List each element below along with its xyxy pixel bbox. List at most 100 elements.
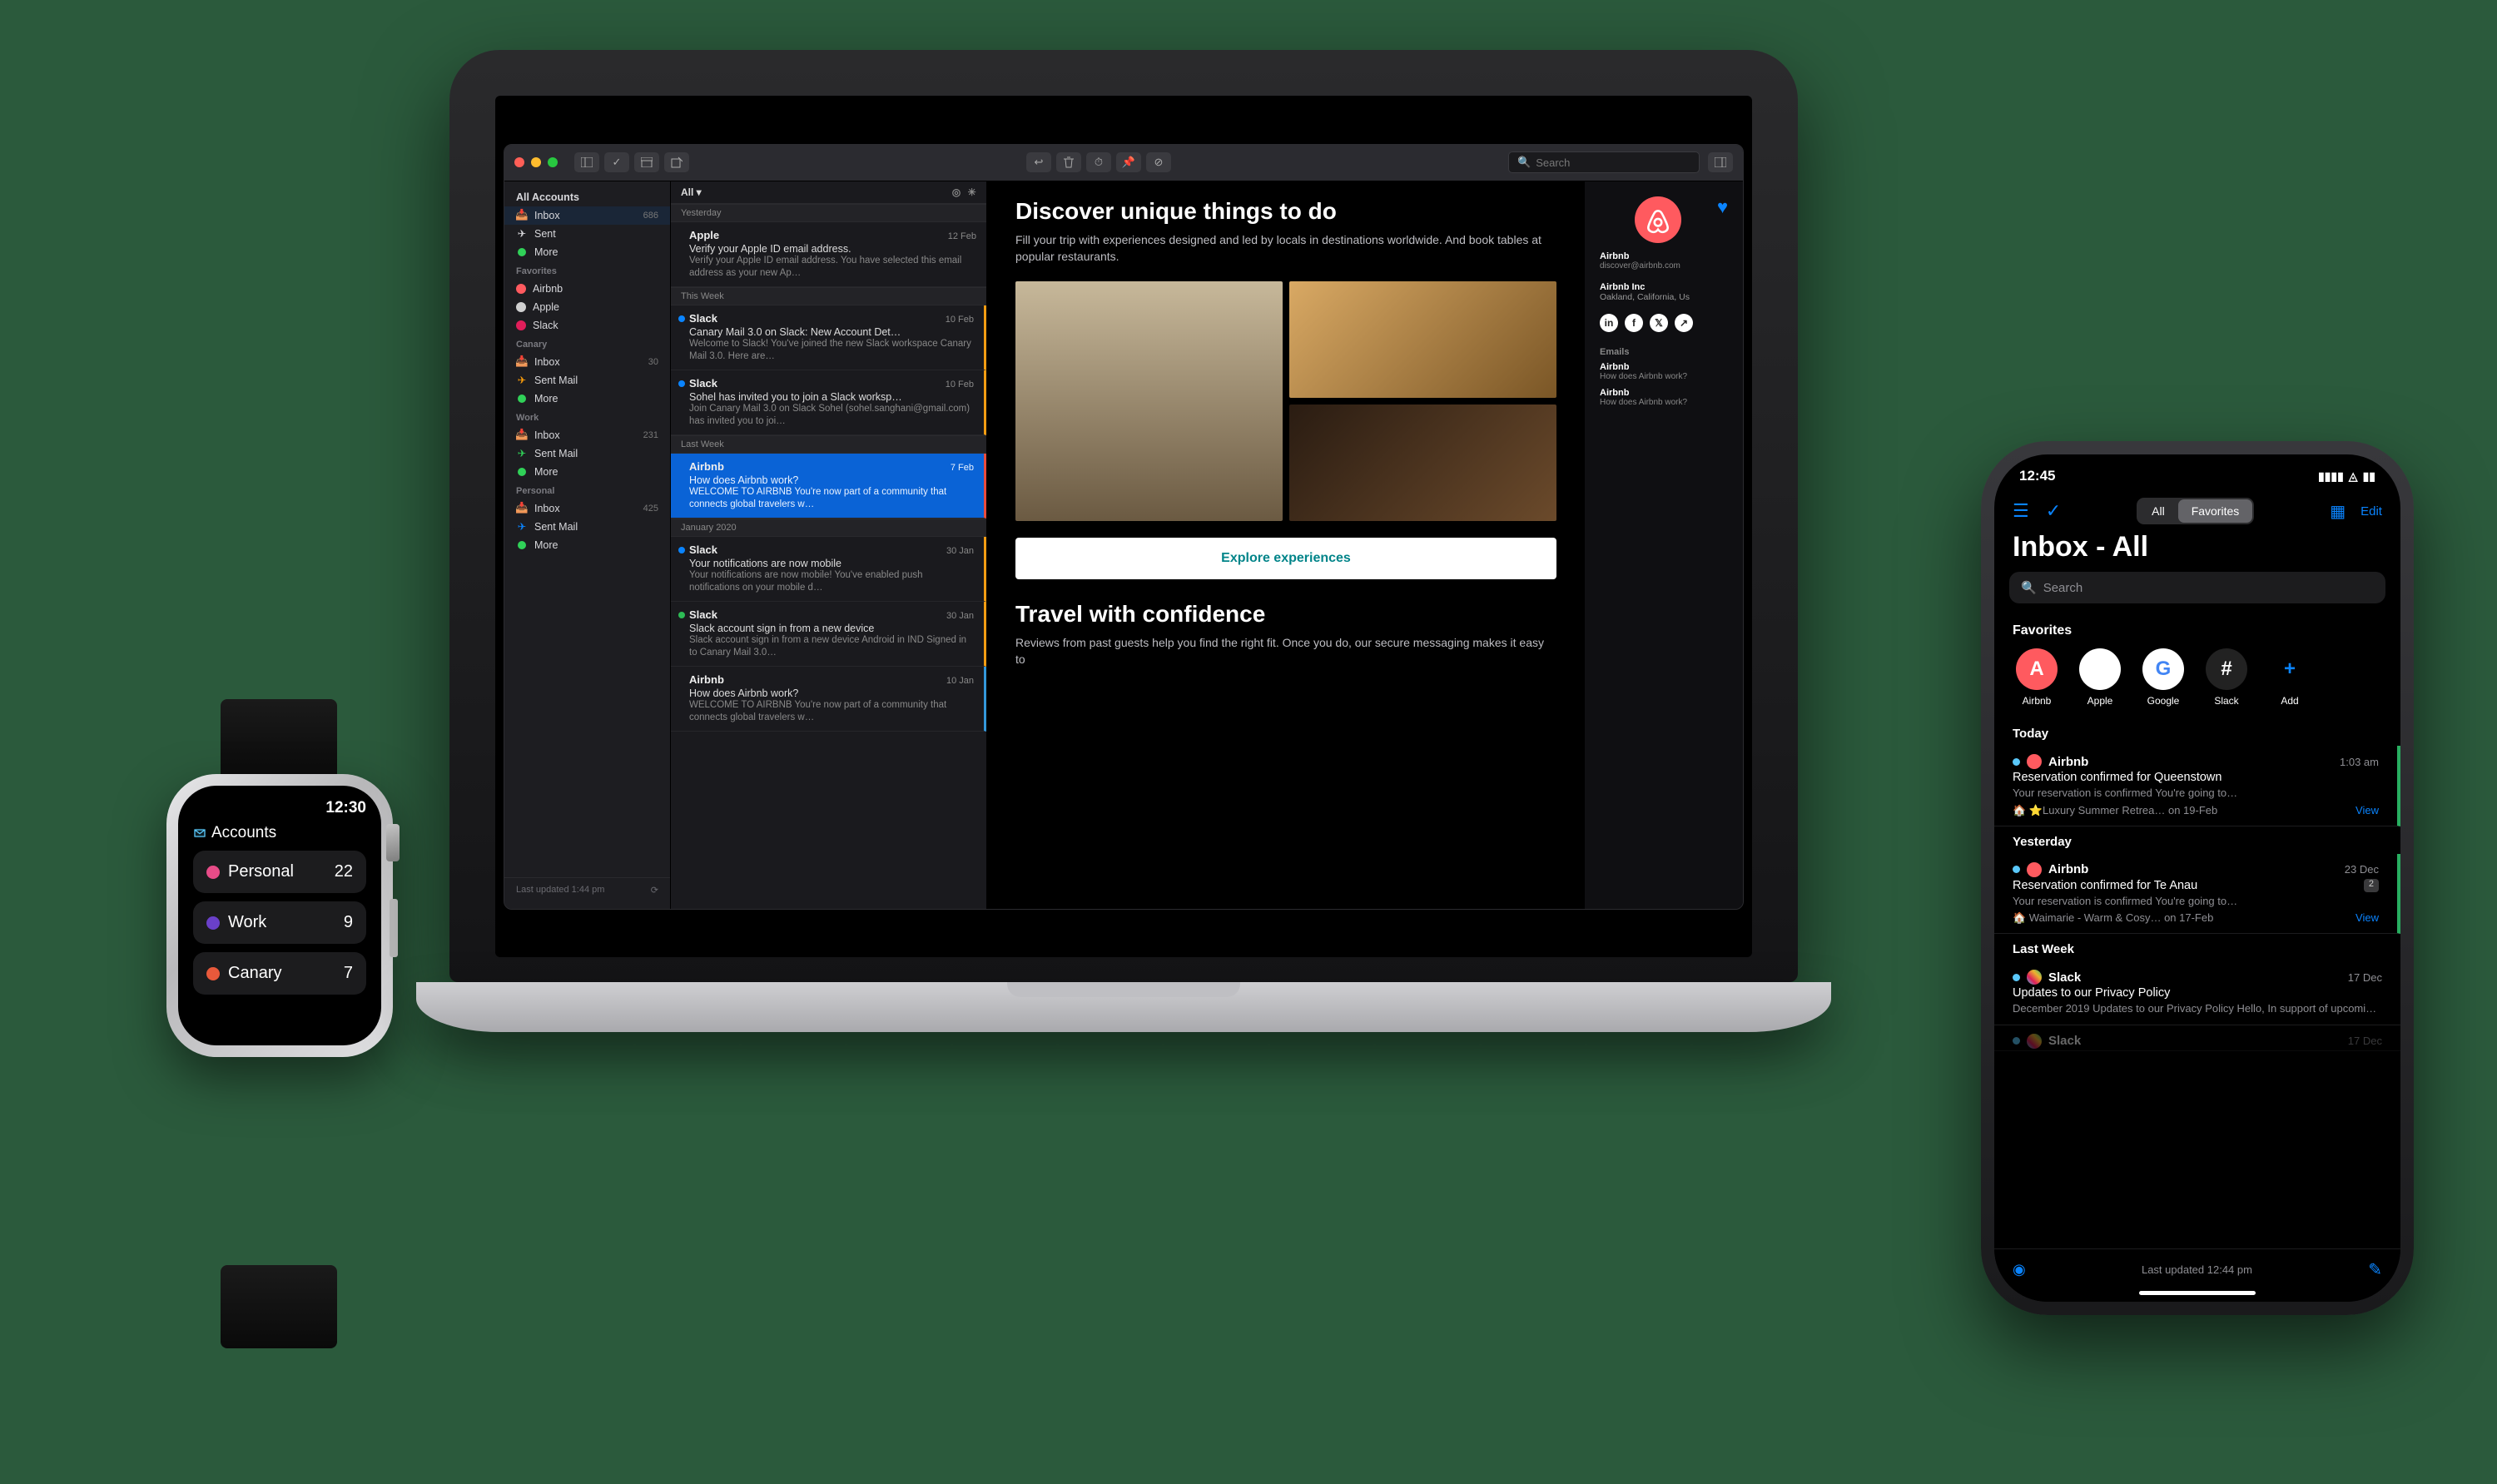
sidebar-item-canary-more[interactable]: More xyxy=(504,390,670,408)
reply-button[interactable]: ↩ xyxy=(1026,152,1051,172)
segment-favorites[interactable]: Favorites xyxy=(2178,499,2253,523)
watch-side-button[interactable] xyxy=(390,899,398,957)
twitter-link[interactable]: 𝕏 xyxy=(1650,314,1668,332)
hero-image-music xyxy=(1289,405,1556,521)
sidebar-item-work-sent-mail[interactable]: ✈︎ Sent Mail xyxy=(504,444,670,463)
message-from: Airbnb xyxy=(2013,754,2088,769)
inbox-icon: 📥 xyxy=(516,429,528,441)
view-link[interactable]: View xyxy=(2356,911,2379,925)
search-field[interactable]: 🔍 Search xyxy=(2009,572,2385,603)
pane-icon xyxy=(1715,157,1726,167)
favorite-add[interactable]: + Add xyxy=(2269,648,2311,707)
read-receipt-button[interactable]: ◉ xyxy=(2013,1261,2026,1278)
facebook-link[interactable]: f xyxy=(1625,314,1643,332)
inbox-icon: 📥 xyxy=(516,503,528,514)
sidebar-footer: Last updated 1:44 pm ⟳ xyxy=(504,877,670,902)
sidebar-favorite-apple[interactable]: Apple xyxy=(504,298,670,316)
hero-image-surfer xyxy=(1015,281,1283,521)
favorite-toggle[interactable]: ♥ xyxy=(1717,196,1728,218)
watch-title-row: Accounts xyxy=(193,824,366,842)
message-item[interactable]: Slack 17 Dec xyxy=(1994,1025,2400,1051)
zoom-button[interactable] xyxy=(548,157,558,167)
message-date: 23 Dec xyxy=(2345,863,2379,876)
context-email-subject: How does Airbnb work? xyxy=(1600,372,1728,381)
sort-icon[interactable]: ☀ xyxy=(967,186,976,198)
message-item[interactable]: Slack 10 Feb Canary Mail 3.0 on Slack: N… xyxy=(671,305,986,370)
compose-button[interactable] xyxy=(664,152,689,172)
close-button[interactable] xyxy=(514,157,524,167)
watch-digital-crown[interactable] xyxy=(386,824,400,861)
message-item[interactable]: Slack 10 Feb Sohel has invited you to jo… xyxy=(671,370,986,435)
mark-read-button[interactable]: ✓ xyxy=(2046,500,2061,522)
explore-experiences-button[interactable]: Explore experiences xyxy=(1015,538,1556,579)
message-item[interactable]: Apple 12 Feb Verify your Apple ID email … xyxy=(671,222,986,287)
sidebar-item-label: More xyxy=(534,466,558,478)
website-link[interactable]: ↗ xyxy=(1675,314,1693,332)
spam-button[interactable]: ⊘ xyxy=(1146,152,1171,172)
menu-button[interactable]: ☰ xyxy=(2013,500,2029,522)
message-item[interactable]: Slack 30 Jan Slack account sign in from … xyxy=(671,602,986,667)
macbook-screen: ✓ ↩ ⏱ 📌 ⊘ 🔍 Search xyxy=(495,96,1752,957)
calendar-button[interactable]: ▦ xyxy=(2330,501,2346,522)
social-links-row: in f 𝕏 ↗ xyxy=(1600,314,1728,332)
sent-icon: ✈︎ xyxy=(516,228,528,240)
reader-heading-2: Travel with confidence xyxy=(1015,601,1556,628)
view-toggle-icon[interactable]: ◎ xyxy=(952,186,961,198)
sidebar-favorite-slack[interactable]: Slack xyxy=(504,316,670,335)
message-item[interactable]: Slack 30 Jan Your notifications are now … xyxy=(671,537,986,602)
sidebar-item-personal-inbox[interactable]: 📥 Inbox 425 xyxy=(504,499,670,518)
compose-button[interactable]: ✎ xyxy=(2368,1259,2382,1280)
snooze-button[interactable]: ⏱ xyxy=(1086,152,1111,172)
sidebar-item-inbox[interactable]: 📥 Inbox 686 xyxy=(504,206,670,225)
unread-dot-icon xyxy=(2013,758,2020,766)
favorite-apple[interactable]: Apple xyxy=(2079,648,2121,707)
message-item[interactable]: Airbnb 23 Dec Reservation confirmed for … xyxy=(1994,854,2400,935)
minimize-button[interactable] xyxy=(531,157,541,167)
message-item[interactable]: Airbnb 10 Jan How does Airbnb work? WELC… xyxy=(671,667,986,732)
sidebar-item-personal-sent-mail[interactable]: ✈︎ Sent Mail xyxy=(504,518,670,536)
linkedin-link[interactable]: in xyxy=(1600,314,1618,332)
context-email-item[interactable]: Airbnb How does Airbnb work? xyxy=(1600,362,1728,381)
pin-button[interactable]: 📌 xyxy=(1116,152,1141,172)
sidebar-item-canary-sent-mail[interactable]: ✈︎ Sent Mail xyxy=(504,371,670,390)
segment-all[interactable]: All xyxy=(2138,499,2178,523)
message-item[interactable]: Airbnb 1:03 am Reservation confirmed for… xyxy=(1994,746,2400,826)
sync-icon[interactable]: ⟳ xyxy=(651,885,658,896)
context-emails-header: Emails xyxy=(1600,347,1728,357)
favorite-label: Apple xyxy=(533,301,559,313)
watch-account-row[interactable]: Canary 7 xyxy=(193,952,366,995)
trash-button[interactable] xyxy=(1056,152,1081,172)
sidebar-all-accounts[interactable]: All Accounts xyxy=(504,188,670,206)
sender-avatar xyxy=(2027,862,2042,877)
sidebar-item-more[interactable]: More xyxy=(504,243,670,261)
favorites-row: A Airbnb Apple G Google # Slack + Add xyxy=(1994,645,2400,718)
filter-label[interactable]: All ▾ xyxy=(681,186,702,198)
favorite-slack[interactable]: # Slack xyxy=(2206,648,2247,707)
view-link[interactable]: View xyxy=(2356,804,2379,817)
sidebar-item-canary-inbox[interactable]: 📥 Inbox 30 xyxy=(504,353,670,371)
thread-count-badge: 2 xyxy=(2364,879,2379,892)
search-field[interactable]: 🔍 Search xyxy=(1508,151,1700,173)
sidebar-favorite-airbnb[interactable]: Airbnb xyxy=(504,280,670,298)
message-item[interactable]: Airbnb 7 Feb How does Airbnb work? WELCO… xyxy=(671,454,986,519)
edit-button[interactable]: Edit xyxy=(2360,504,2382,519)
mark-read-button[interactable]: ✓ xyxy=(604,152,629,172)
filter-segment[interactable]: All Favorites xyxy=(2137,498,2254,524)
context-email-item[interactable]: Airbnb How does Airbnb work? xyxy=(1600,388,1728,407)
context-pane-toggle[interactable] xyxy=(1708,152,1733,172)
watch-account-row[interactable]: Work 9 xyxy=(193,901,366,944)
favorite-google[interactable]: G Google xyxy=(2142,648,2184,707)
home-indicator[interactable] xyxy=(2139,1291,2256,1295)
unread-dot-icon xyxy=(2013,974,2020,981)
watch-account-row[interactable]: Personal 22 xyxy=(193,851,366,893)
message-item[interactable]: Slack 17 Dec Updates to our Privacy Poli… xyxy=(1994,961,2400,1025)
favorite-airbnb[interactable]: A Airbnb xyxy=(2016,648,2058,707)
sidebar-item-sent[interactable]: ✈︎ Sent xyxy=(504,225,670,243)
sidebar-toggle-button[interactable] xyxy=(574,152,599,172)
sidebar-item-personal-more[interactable]: More xyxy=(504,536,670,554)
message-preview: Slack account sign in from a new device … xyxy=(689,634,974,659)
message-preview: Verify your Apple ID email address. You … xyxy=(689,255,976,280)
sidebar-item-work-inbox[interactable]: 📥 Inbox 231 xyxy=(504,426,670,444)
sidebar-item-work-more[interactable]: More xyxy=(504,463,670,481)
archive-button[interactable] xyxy=(634,152,659,172)
